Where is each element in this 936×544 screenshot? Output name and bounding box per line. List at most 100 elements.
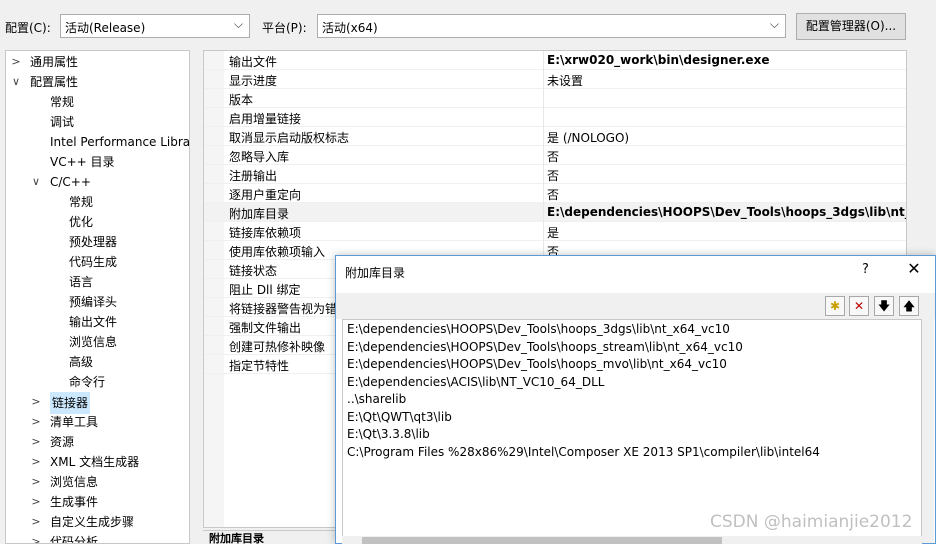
expand-icon[interactable]: >	[30, 472, 42, 492]
delete-icon[interactable]: ✕	[849, 296, 869, 316]
tree-item[interactable]: 命令行	[6, 372, 189, 392]
property-value[interactable]: 未设置	[547, 72, 583, 89]
directory-entry[interactable]: E:\Qt\QWT\qt3\lib	[347, 409, 452, 426]
tree-item[interactable]: > 生成事件	[6, 492, 189, 512]
property-row[interactable]: 逐用户重定向 否	[204, 184, 906, 203]
tree-item[interactable]: 语言	[6, 272, 189, 292]
property-row[interactable]: 附加库目录 E:\dependencies\HOOPS\Dev_Tools\hoo…	[204, 203, 906, 222]
directory-entry[interactable]: E:\dependencies\HOOPS\Dev_Tools\hoops_mv…	[347, 356, 727, 373]
directory-entry[interactable]: C:\Program Files %28x86%29\Intel\Compose…	[347, 444, 820, 461]
tree-item-label: 优化	[69, 215, 94, 229]
tree-item[interactable]: 预处理器	[6, 232, 189, 252]
property-row[interactable]: 链接库依赖项 是	[204, 222, 906, 241]
directory-entry[interactable]: E:\dependencies\HOOPS\Dev_Tools\hoops_3d…	[347, 321, 730, 338]
tree-item-label: 配置属性	[30, 75, 79, 89]
expand-icon[interactable]: >	[30, 492, 42, 512]
tree-item-label: 浏览信息	[69, 335, 118, 349]
move-down-icon[interactable]: 🡇	[874, 296, 894, 316]
help-icon[interactable]: ?	[862, 262, 869, 277]
directory-entry[interactable]: E:\dependencies\ACIS\lib\NT_VC10_64_DLL	[347, 374, 604, 391]
directory-entry[interactable]: ..\sharelib	[347, 391, 406, 408]
config-select[interactable]: 活动(Release) ⌵	[60, 14, 250, 38]
property-value[interactable]: E:\dependencies\HOOPS\Dev_Tools\hoops_3d…	[547, 205, 906, 219]
property-row[interactable]: 取消显示启动版权标志 是 (/NOLOGO)	[204, 127, 906, 146]
tree-item[interactable]: > XML 文档生成器	[6, 452, 189, 472]
property-row[interactable]: 显示进度 未设置	[204, 70, 906, 89]
horizontal-scrollbar[interactable]	[342, 536, 922, 544]
property-name: 附加库目录	[229, 207, 290, 221]
tree-item-label: 预处理器	[69, 235, 118, 249]
expand-icon[interactable]: >	[30, 412, 42, 432]
tree-item-label: 高级	[69, 355, 94, 369]
column-divider	[543, 222, 544, 241]
configuration-manager-button[interactable]: 配置管理器(O)...	[796, 13, 906, 40]
property-name: 逐用户重定向	[229, 188, 302, 202]
tree-item[interactable]: 常规	[6, 92, 189, 112]
expand-icon[interactable]: >	[30, 432, 42, 452]
scrollbar-thumb[interactable]	[362, 537, 722, 544]
column-divider	[543, 203, 544, 222]
close-icon[interactable]: ✕	[904, 259, 924, 278]
vertical-scrollbar[interactable]	[922, 319, 934, 543]
property-value[interactable]: 是 (/NOLOGO)	[547, 129, 629, 146]
tree-item[interactable]: 优化	[6, 212, 189, 232]
property-pages-window: 配置(C): 活动(Release) ⌵ 平台(P): 活动(x64) ⌵ 配置…	[0, 0, 936, 544]
tree-item[interactable]: ∨ C/C++	[6, 172, 189, 192]
property-value[interactable]: 是	[547, 224, 559, 241]
tree-item[interactable]: > 代码分析	[6, 532, 189, 543]
tree-item[interactable]: 高级	[6, 352, 189, 372]
tree-item[interactable]: 代码生成	[6, 252, 189, 272]
tree-item-label: 代码生成	[69, 255, 118, 269]
tree-item[interactable]: 调试	[6, 112, 189, 132]
expand-icon[interactable]: >	[10, 52, 22, 72]
column-divider	[543, 70, 544, 89]
tree-item-label: 资源	[50, 435, 75, 449]
tree-item[interactable]: 输出文件	[6, 312, 189, 332]
tree-item[interactable]: > 链接器	[6, 392, 189, 414]
property-row[interactable]: 忽略导入库 否	[204, 146, 906, 165]
collapse-icon[interactable]: ∨	[30, 172, 42, 192]
tree-item[interactable]: ∨ 配置属性	[6, 72, 189, 92]
property-row[interactable]: 输出文件 E:\xrw020_work\bin\designer.exe	[204, 51, 906, 70]
tree-item[interactable]: 常规	[6, 192, 189, 212]
tree-item[interactable]: > 清单工具	[6, 412, 189, 432]
column-divider	[543, 108, 544, 127]
tree-item[interactable]: VC++ 目录	[6, 152, 189, 172]
configuration-bar: 配置(C): 活动(Release) ⌵ 平台(P): 活动(x64) ⌵ 配置…	[0, 0, 936, 48]
watermark: CSDN @haimianjie2012	[710, 512, 913, 532]
property-row[interactable]: 版本	[204, 89, 906, 108]
move-up-icon[interactable]: 🡅	[899, 296, 919, 316]
tree-item[interactable]: > 通用属性	[6, 52, 189, 72]
tree-item[interactable]: > 浏览信息	[6, 472, 189, 492]
tree-item-label: VC++ 目录	[50, 155, 115, 169]
collapse-icon[interactable]: ∨	[10, 72, 22, 92]
expand-icon[interactable]: >	[30, 392, 42, 412]
property-value[interactable]: 否	[547, 148, 559, 165]
expand-icon[interactable]: >	[30, 452, 42, 472]
property-name: 链接状态	[229, 264, 278, 278]
property-name: 链接库依赖项	[229, 226, 302, 240]
platform-select[interactable]: 活动(x64) ⌵	[317, 14, 786, 38]
dialog-title: 附加库目录	[345, 266, 406, 280]
directory-list: E:\dependencies\HOOPS\Dev_Tools\hoops_3d…	[342, 319, 922, 543]
tree-item[interactable]: > 资源	[6, 432, 189, 452]
property-value[interactable]: 否	[547, 167, 559, 184]
property-name: 将链接器警告视为错	[229, 302, 338, 316]
property-row[interactable]: 启用增量链接	[204, 108, 906, 127]
tree-item[interactable]: > 自定义生成步骤	[6, 512, 189, 532]
property-row[interactable]: 注册输出 否	[204, 165, 906, 184]
directory-entry[interactable]: E:\Qt\3.3.8\lib	[347, 426, 430, 443]
tree-item[interactable]: Intel Performance Librar	[6, 132, 189, 152]
additional-library-directories-dialog: 附加库目录 ? ✕ ✱ ✕ 🡇 🡅 E:\dependencies\HOOPS\…	[335, 255, 936, 544]
expand-icon[interactable]: >	[30, 532, 42, 543]
new-folder-icon[interactable]: ✱	[825, 296, 845, 316]
property-value[interactable]: 否	[547, 186, 559, 203]
property-name: 强制文件输出	[229, 321, 302, 335]
tree-item[interactable]: 浏览信息	[6, 332, 189, 352]
tree-item[interactable]: 预编译头	[6, 292, 189, 312]
property-value[interactable]: E:\xrw020_work\bin\designer.exe	[547, 53, 769, 67]
column-divider	[543, 127, 544, 146]
directory-entry[interactable]: E:\dependencies\HOOPS\Dev_Tools\hoops_st…	[347, 339, 743, 356]
expand-icon[interactable]: >	[30, 512, 42, 532]
property-name: 取消显示启动版权标志	[229, 131, 350, 145]
